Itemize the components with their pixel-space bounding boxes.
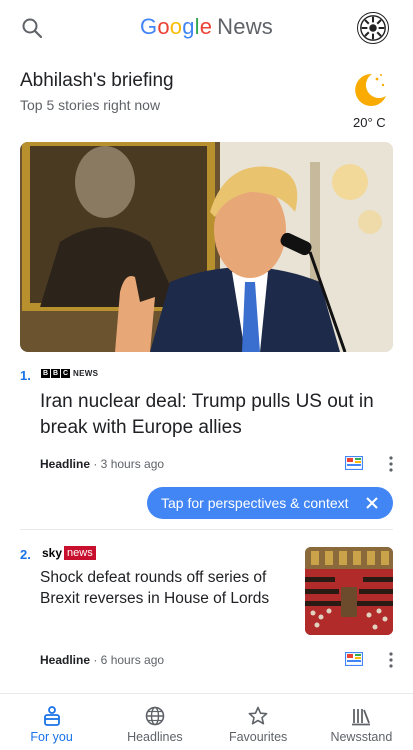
- briefing-subtitle: Top 5 stories right now: [20, 97, 161, 113]
- more-options-icon[interactable]: [389, 456, 393, 472]
- newsstand-icon: [352, 709, 371, 726]
- nav-headlines[interactable]: Headlines: [103, 694, 206, 750]
- briefing-title: Abhilash's briefing: [20, 70, 174, 91]
- close-icon[interactable]: [363, 494, 381, 512]
- nav-favourites[interactable]: Favourites: [207, 694, 310, 750]
- story-1-rank: 1.: [20, 368, 31, 383]
- star-icon: [248, 706, 268, 725]
- story-2-rank: 2.: [20, 547, 31, 562]
- bottom-navigation: For you Headlines Favourites Newsstand: [0, 693, 413, 750]
- top-app-bar: Google News: [0, 0, 413, 56]
- account-avatar[interactable]: [357, 12, 389, 44]
- story-2-thumbnail[interactable]: [305, 547, 393, 635]
- tooltip-text: Tap for perspectives & context: [161, 495, 349, 511]
- globe-icon: [145, 706, 165, 726]
- story-2-headline[interactable]: Shock defeat rounds off series of Brexit…: [40, 567, 295, 609]
- google-news-logo: Google News: [140, 14, 273, 39]
- story-1-headline[interactable]: Iran nuclear deal: Trump pulls US out in…: [40, 389, 390, 441]
- weather-temperature: 20° C: [353, 115, 386, 130]
- full-coverage-icon[interactable]: [345, 456, 363, 470]
- story-2-meta: Headline · 6 hours ago: [40, 653, 165, 667]
- story-2-source-logo: sky news: [42, 546, 96, 560]
- nav-newsstand[interactable]: Newsstand: [310, 694, 413, 750]
- crescent-moon-icon: [355, 73, 386, 106]
- perspectives-tooltip[interactable]: Tap for perspectives & context: [147, 487, 393, 519]
- for-you-icon: [43, 706, 60, 726]
- full-coverage-icon[interactable]: [345, 652, 363, 666]
- nav-for-you[interactable]: For you: [0, 694, 103, 750]
- story-1-meta: Headline · 3 hours ago: [40, 457, 165, 471]
- more-options-icon[interactable]: [389, 652, 393, 668]
- story-divider: [20, 529, 393, 530]
- story-1-source-logo: BBC NEWS: [41, 368, 99, 378]
- story-1-image[interactable]: [20, 142, 393, 352]
